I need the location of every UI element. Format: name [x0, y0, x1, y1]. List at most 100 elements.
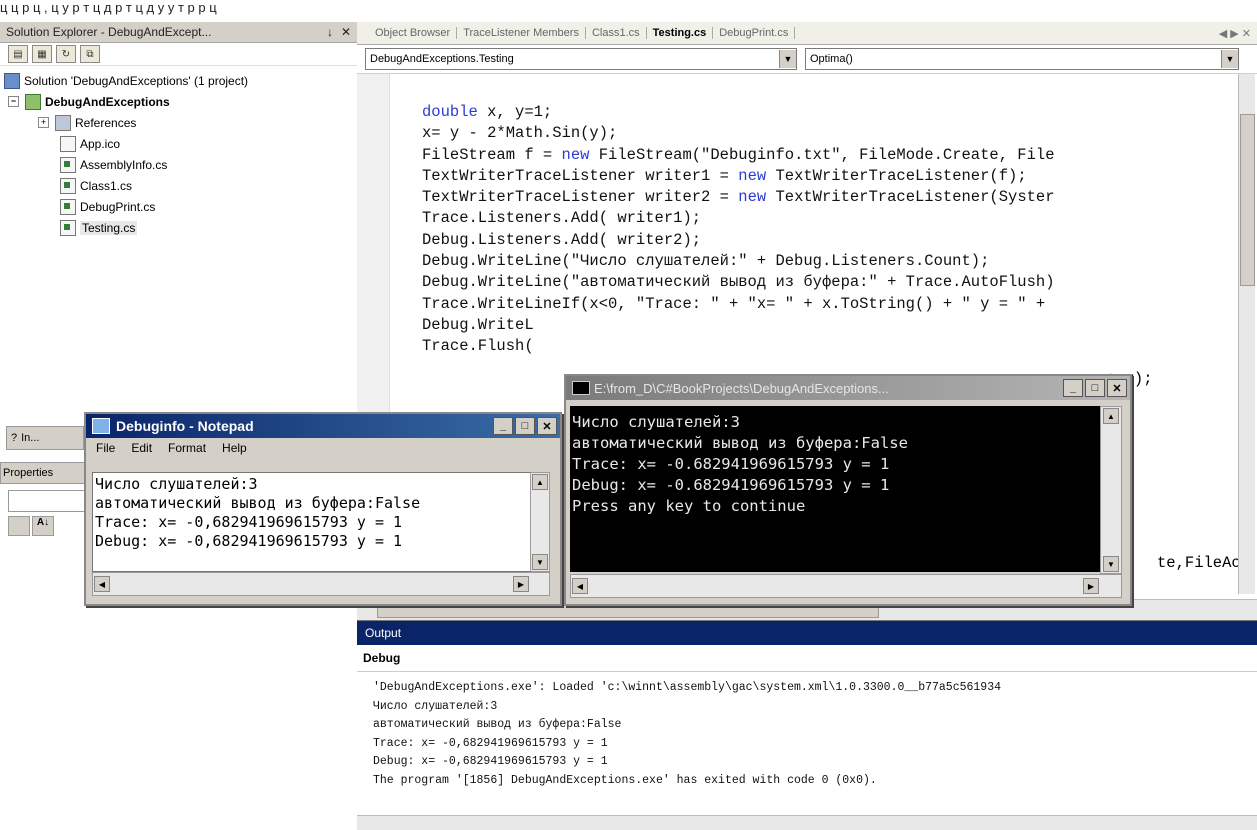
- notepad-app-icon: [92, 418, 110, 434]
- tab-debugprint[interactable]: DebugPrint.cs: [713, 27, 796, 39]
- code-text-part: TextWriterTraceListener(Syster: [766, 188, 1055, 207]
- pin-icon[interactable]: ↓: [327, 25, 333, 39]
- tab-class1[interactable]: Class1.cs: [586, 27, 647, 39]
- properties-object-combo[interactable]: [8, 490, 86, 512]
- code-line: FileStream f = new FileStream("Debuginfo…: [422, 145, 1055, 166]
- cs-file-icon: [60, 156, 76, 173]
- editor-tab-strip: Object Browser TraceListener Members Cla…: [357, 22, 1257, 45]
- code-text[interactable]: double x, y=1; x= y - 2*Math.Sin(y); FileS…: [422, 102, 1055, 358]
- references-icon: [55, 114, 71, 131]
- minimize-button[interactable]: _: [493, 417, 513, 435]
- code-text-part: Debug.WriteL: [422, 315, 534, 334]
- tab-testing[interactable]: Testing.cs: [647, 27, 714, 39]
- tree-project-node[interactable]: − DebugAndExceptions: [0, 91, 357, 112]
- notepad-vertical-scrollbar[interactable]: ▲ ▼: [530, 472, 550, 572]
- project-icon: [25, 93, 41, 110]
- code-line: x= y - 2*Math.Sin(y);: [422, 123, 1055, 144]
- cs-file-icon: [60, 177, 76, 194]
- chevron-down-icon[interactable]: ▼: [779, 50, 796, 68]
- properties-pane-title: Properties: [0, 462, 90, 484]
- console-horizontal-scrollbar[interactable]: ◀ ▶: [570, 574, 1122, 598]
- scroll-down-icon[interactable]: ▼: [1103, 556, 1119, 572]
- menu-help[interactable]: Help: [222, 441, 247, 455]
- code-line: Debug.WriteL: [422, 315, 1055, 336]
- output-titlebar: Output: [357, 621, 1257, 645]
- tree-item-label: App.ico: [80, 136, 121, 151]
- member-combo[interactable]: Optima() ▼: [805, 48, 1239, 70]
- editor-vertical-scrollbar[interactable]: [1238, 74, 1255, 594]
- scroll-up-icon[interactable]: ▲: [532, 474, 548, 490]
- close-button[interactable]: ✕: [537, 417, 557, 435]
- tree-item-debugprint[interactable]: DebugPrint.cs: [0, 196, 357, 217]
- tree-item-label: DebugPrint.cs: [80, 199, 156, 214]
- output-line: Число слушателей:3: [373, 699, 498, 713]
- tree-solution-node[interactable]: Solution 'DebugAndExceptions' (1 project…: [0, 70, 357, 91]
- tree-item-class1[interactable]: Class1.cs: [0, 175, 357, 196]
- tab-nav-icons[interactable]: ◀ ▶ ✕: [1219, 27, 1251, 40]
- notepad-menubar: File Edit Format Help: [86, 438, 560, 458]
- code-line: Debug.Listeners.Add( writer2);: [422, 230, 1055, 251]
- expand-icon[interactable]: +: [38, 117, 49, 128]
- output-pane: Output Debug 'DebugAndExceptions.exe': L…: [357, 620, 1257, 830]
- console-output-area[interactable]: Число слушателей:3 автоматический вывод и…: [570, 406, 1100, 572]
- scroll-left-icon[interactable]: ◀: [94, 576, 110, 592]
- menu-format[interactable]: Format: [168, 441, 206, 455]
- editor-navigation-bar: DebugAndExceptions.Testing ▼ Optima() ▼: [357, 45, 1257, 74]
- console-line: Число слушателей:3: [572, 413, 740, 431]
- output-text[interactable]: 'DebugAndExceptions.exe': Loaded 'c:\win…: [373, 679, 1001, 791]
- notepad-line: автоматический вывод из буфера:False: [95, 494, 421, 512]
- console-vertical-scrollbar[interactable]: ▲ ▼: [1100, 406, 1122, 574]
- solution-tree: Solution 'DebugAndExceptions' (1 project…: [0, 66, 357, 238]
- scroll-right-icon[interactable]: ▶: [513, 576, 529, 592]
- solution-explorer-title: Solution Explorer - DebugAndExcept...: [6, 25, 212, 39]
- collapse-icon[interactable]: −: [8, 96, 19, 107]
- console-text: Число слушателей:3 автоматический вывод и…: [572, 412, 908, 517]
- view-code-icon[interactable]: ⧉: [80, 45, 100, 63]
- chevron-down-icon[interactable]: ▼: [1221, 50, 1238, 68]
- tab-object-browser[interactable]: Object Browser: [369, 27, 458, 39]
- scroll-thumb[interactable]: [1240, 114, 1255, 286]
- tree-item-testing[interactable]: Testing.cs: [0, 217, 357, 238]
- scroll-right-icon[interactable]: ▶: [1083, 578, 1099, 594]
- notepad-line: Debug: x= -0,682941969615793 y = 1: [95, 532, 403, 550]
- tree-item-app-ico[interactable]: App.ico: [0, 133, 357, 154]
- tree-item-label: Testing.cs: [80, 220, 138, 235]
- scroll-down-icon[interactable]: ▼: [532, 554, 548, 570]
- menu-file[interactable]: File: [96, 441, 115, 455]
- close-button[interactable]: ✕: [1107, 379, 1127, 397]
- scroll-left-icon[interactable]: ◀: [572, 578, 588, 594]
- notepad-text-area[interactable]: Число слушателей:3 автоматический вывод и…: [92, 472, 532, 572]
- console-line: Debug: x= -0.682941969615793 y = 1: [572, 476, 890, 494]
- maximize-button[interactable]: □: [1085, 379, 1105, 397]
- code-keyword: new: [738, 188, 767, 207]
- tree-item-label: AssemblyInfo.cs: [80, 157, 168, 172]
- tree-item-assemblyinfo[interactable]: AssemblyInfo.cs: [0, 154, 357, 175]
- solution-explorer-toolbar: ▤ ▦ ↻ ⧉: [0, 43, 357, 66]
- menu-edit[interactable]: Edit: [131, 441, 152, 455]
- console-line: Trace: x= -0.682941969615793 y = 1: [572, 455, 890, 473]
- notepad-horizontal-scrollbar[interactable]: ◀ ▶: [92, 572, 550, 596]
- class-combo-value: DebugAndExceptions.Testing: [370, 53, 514, 65]
- show-all-files-icon[interactable]: ▦: [32, 45, 52, 63]
- solution-explorer-titlebar: Solution Explorer - DebugAndExcept... ↓ …: [0, 22, 357, 43]
- close-icon[interactable]: ✕: [341, 25, 351, 39]
- icon-file-icon: [60, 135, 76, 152]
- class-combo[interactable]: DebugAndExceptions.Testing ▼: [365, 48, 797, 70]
- notepad-window: Debuginfo - Notepad _ □ ✕ File Edit Form…: [84, 412, 562, 606]
- properties-icon[interactable]: ▤: [8, 45, 28, 63]
- output-horizontal-scrollbar[interactable]: [357, 815, 1257, 830]
- sort-alpha-icon[interactable]: A↓: [32, 516, 54, 536]
- maximize-button[interactable]: □: [515, 417, 535, 435]
- tab-tracelistener-members[interactable]: TraceListener Members: [457, 27, 586, 39]
- tree-item-label: References: [75, 115, 137, 130]
- refresh-icon[interactable]: ↻: [56, 45, 76, 63]
- categorized-icon[interactable]: [8, 516, 30, 536]
- index-tab[interactable]: ? In...: [6, 426, 84, 450]
- cs-file-icon: [60, 198, 76, 215]
- console-titlebar[interactable]: E:\from_D\C#BookProjects\DebugAndExcepti…: [566, 376, 1130, 400]
- scroll-up-icon[interactable]: ▲: [1103, 408, 1119, 424]
- minimize-button[interactable]: _: [1063, 379, 1083, 397]
- tree-item-references[interactable]: + References: [0, 112, 357, 133]
- notepad-titlebar[interactable]: Debuginfo - Notepad _ □ ✕: [86, 414, 560, 438]
- output-source-combo[interactable]: Debug: [357, 645, 1257, 672]
